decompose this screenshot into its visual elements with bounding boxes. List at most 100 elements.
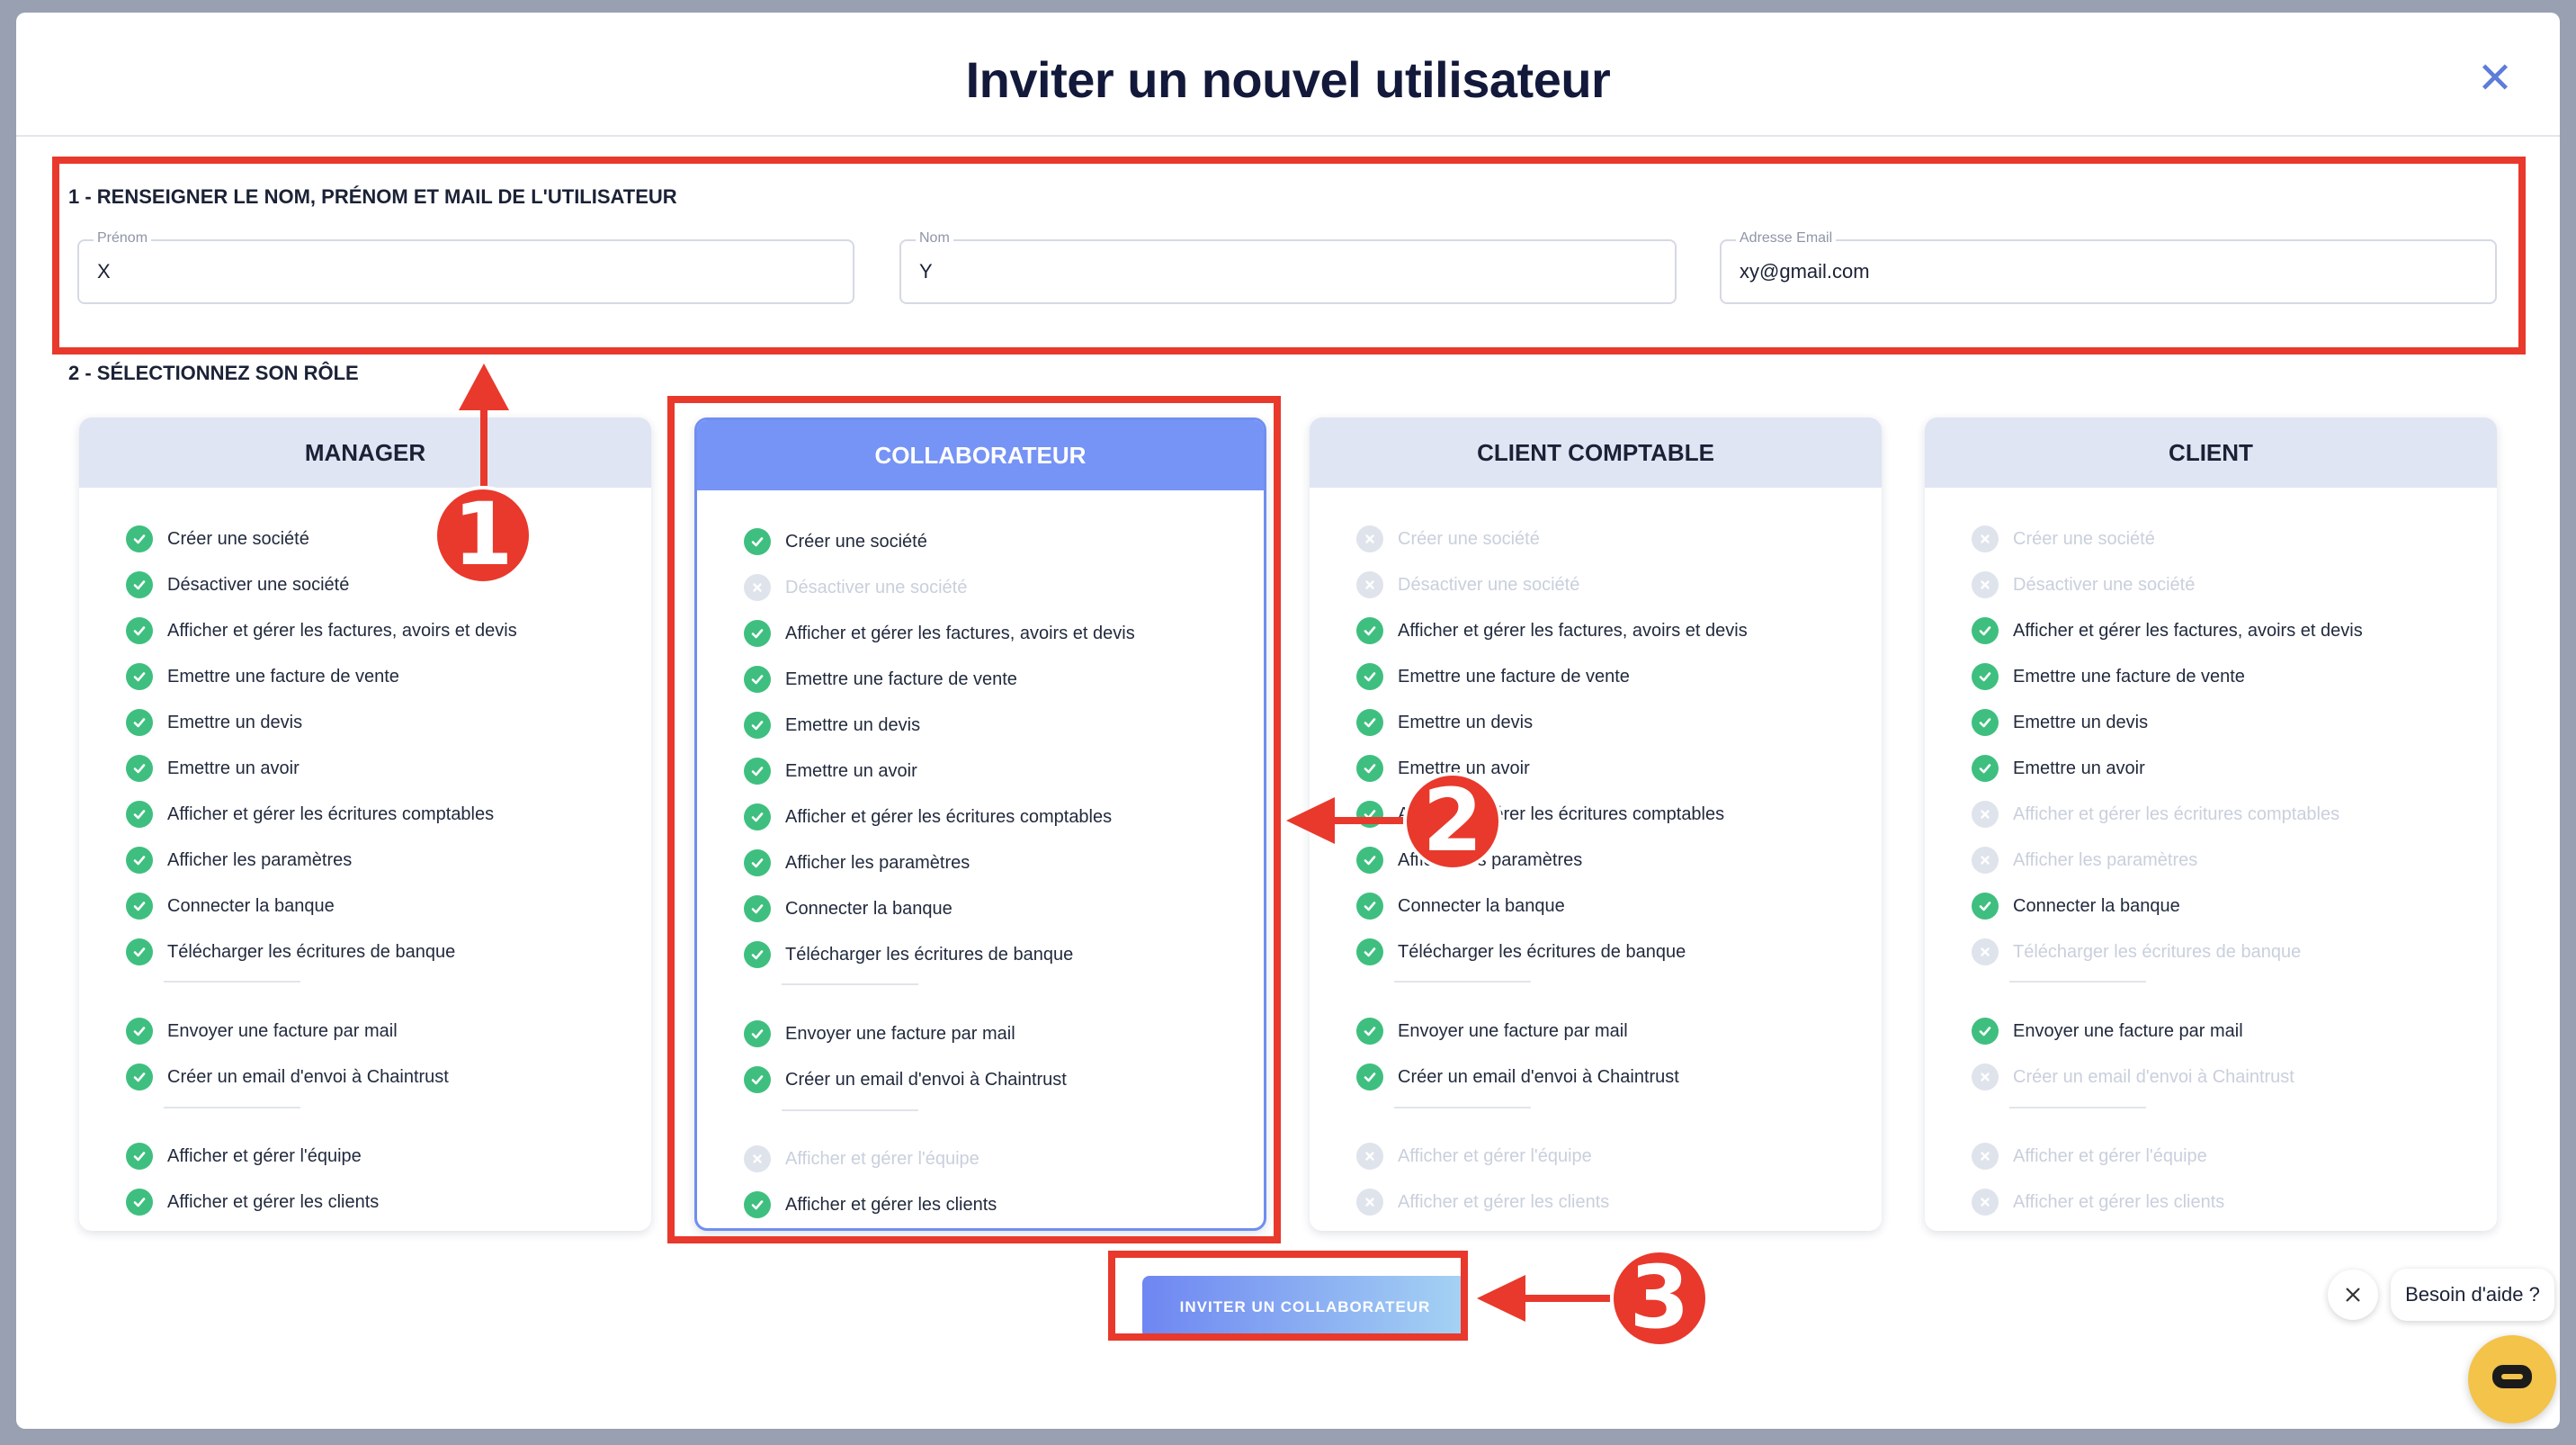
- help-close-button[interactable]: [2328, 1270, 2378, 1320]
- check-circle-icon: [1356, 893, 1383, 920]
- role-card-title: CLIENT: [1925, 417, 2497, 488]
- role-card-title: CLIENT COMPTABLE: [1310, 417, 1882, 488]
- check-circle-icon: [1356, 709, 1383, 736]
- permission-item: Afficher et gérer les clients: [1356, 1187, 1609, 1217]
- annotation-badge-2: 2: [1403, 772, 1502, 871]
- permission-label: Emettre un devis: [2013, 712, 2149, 732]
- permission-label: Envoyer une facture par mail: [1398, 1020, 1628, 1041]
- permission-label: Créer une société: [2013, 528, 2155, 549]
- permission-label: Afficher et gérer les factures, avoirs e…: [167, 620, 517, 641]
- close-icon: [2346, 1288, 2360, 1302]
- check-circle-icon: [1972, 663, 1999, 690]
- permission-item: Connecter la banque: [126, 891, 335, 921]
- x-circle-icon: [1972, 847, 1999, 874]
- permission-item: Emettre une facture de vente: [1972, 661, 2245, 692]
- permission-label: Emettre une facture de vente: [1398, 666, 1630, 687]
- close-icon[interactable]: ✕: [2475, 58, 2515, 101]
- check-circle-icon: [1356, 617, 1383, 644]
- permission-item: Afficher et gérer les factures, avoirs e…: [126, 615, 517, 646]
- permission-label: Afficher et gérer les écritures comptabl…: [2013, 803, 2340, 824]
- x-circle-icon: [1356, 571, 1383, 598]
- permission-item: Afficher et gérer l'équipe: [1356, 1141, 1592, 1171]
- x-circle-icon: [1972, 1064, 1999, 1090]
- x-circle-icon: [1356, 1143, 1383, 1170]
- annotation-box-invite: [1108, 1251, 1468, 1341]
- permission-item: Emettre un devis: [1356, 707, 1533, 738]
- permission-item: Désactiver une société: [1972, 570, 2195, 600]
- check-circle-icon: [1356, 663, 1383, 690]
- permission-label: Créer une société: [1398, 528, 1540, 549]
- permission-label: Afficher les paramètres: [167, 849, 353, 870]
- permission-item: Créer une société: [1356, 524, 1540, 554]
- permission-label: Afficher et gérer l'équipe: [1398, 1145, 1592, 1166]
- check-circle-icon: [126, 525, 153, 552]
- annotation-badge-3: 3: [1610, 1249, 1709, 1348]
- permission-label: Créer une société: [167, 528, 309, 549]
- permission-item: Envoyer une facture par mail: [1972, 1016, 2243, 1046]
- permission-item: Afficher et gérer les écritures comptabl…: [126, 799, 494, 830]
- role-card-manager[interactable]: MANAGER Créer une société Désactiver une s…: [79, 417, 651, 1231]
- permission-item: Créer une société: [126, 524, 309, 554]
- permission-separator: [1394, 981, 1531, 983]
- x-circle-icon: [1972, 1189, 1999, 1216]
- permission-item: Afficher les paramètres: [1972, 845, 2197, 875]
- check-circle-icon: [1356, 1064, 1383, 1090]
- permission-label: Connecter la banque: [167, 895, 335, 916]
- role-card-client[interactable]: CLIENT Créer une société Désactiver une so…: [1925, 417, 2497, 1231]
- permission-separator: [164, 1107, 300, 1108]
- check-circle-icon: [1356, 1018, 1383, 1045]
- permission-item: Afficher et gérer les factures, avoirs e…: [1356, 615, 1748, 646]
- permission-item: Télécharger les écritures de banque: [1972, 937, 2301, 967]
- permission-label: Désactiver une société: [1398, 574, 1580, 595]
- permission-item: Afficher et gérer les factures, avoirs e…: [1972, 615, 2363, 646]
- permission-list: Créer une société Désactiver une société A…: [79, 488, 651, 1225]
- check-circle-icon: [126, 893, 153, 920]
- check-circle-icon: [126, 755, 153, 782]
- permission-item: Emettre un avoir: [1972, 753, 2145, 784]
- permission-label: Emettre une facture de vente: [167, 666, 399, 687]
- permission-label: Afficher et gérer les clients: [2013, 1191, 2225, 1212]
- permission-label: Désactiver une société: [2013, 574, 2196, 595]
- permission-label: Envoyer une facture par mail: [2013, 1020, 2243, 1041]
- check-circle-icon: [126, 709, 153, 736]
- permission-item: Télécharger les écritures de banque: [126, 937, 455, 967]
- role-card-client-comptable[interactable]: CLIENT COMPTABLE Créer une société Désacti…: [1310, 417, 1882, 1231]
- permission-item: Connecter la banque: [1972, 891, 2180, 921]
- permission-item: Emettre une facture de vente: [1356, 661, 1630, 692]
- x-circle-icon: [1972, 801, 1999, 828]
- permission-separator: [2009, 981, 2146, 983]
- permission-label: Connecter la banque: [1398, 895, 1565, 916]
- permission-item: Afficher et gérer l'équipe: [1972, 1141, 2207, 1171]
- permission-item: Désactiver une société: [126, 570, 349, 600]
- permission-item: Afficher et gérer les écritures comptabl…: [1972, 799, 2339, 830]
- permission-label: Créer un email d'envoi à Chaintrust: [1398, 1066, 1679, 1087]
- x-circle-icon: [1972, 938, 1999, 965]
- chat-button[interactable]: [2468, 1335, 2556, 1423]
- check-circle-icon: [1356, 938, 1383, 965]
- permission-separator: [1394, 1107, 1531, 1108]
- permission-item: Afficher les paramètres: [126, 845, 352, 875]
- permission-label: Afficher et gérer les factures, avoirs e…: [2013, 620, 2363, 641]
- modal-title: Inviter un nouvel utilisateur: [965, 51, 1611, 108]
- permission-label: Créer un email d'envoi à Chaintrust: [2013, 1066, 2294, 1087]
- step2-label: 2 - SÉLECTIONNEZ SON RÔLE: [68, 362, 359, 384]
- modal-header: Inviter un nouvel utilisateur ✕: [16, 13, 2560, 137]
- permission-label: Désactiver une société: [167, 574, 350, 595]
- annotation-badge-1: 1: [434, 486, 532, 585]
- x-circle-icon: [1356, 1189, 1383, 1216]
- permission-label: Télécharger les écritures de banque: [1398, 941, 1686, 962]
- check-circle-icon: [126, 571, 153, 598]
- x-circle-icon: [1972, 571, 1999, 598]
- permission-item: Emettre un avoir: [126, 753, 300, 784]
- permission-item: Afficher et gérer les clients: [126, 1187, 379, 1217]
- check-circle-icon: [1356, 847, 1383, 874]
- permission-label: Afficher et gérer les factures, avoirs e…: [1398, 620, 1748, 641]
- annotation-box-step1: [52, 157, 2526, 355]
- permission-item: Désactiver une société: [1356, 570, 1579, 600]
- help-bubble[interactable]: Besoin d'aide ?: [2391, 1269, 2554, 1321]
- check-circle-icon: [126, 847, 153, 874]
- permission-label: Envoyer une facture par mail: [167, 1020, 398, 1041]
- permission-label: Emettre un avoir: [167, 758, 300, 778]
- permission-list: Créer une société Désactiver une société A…: [1925, 488, 2497, 1225]
- check-circle-icon: [126, 663, 153, 690]
